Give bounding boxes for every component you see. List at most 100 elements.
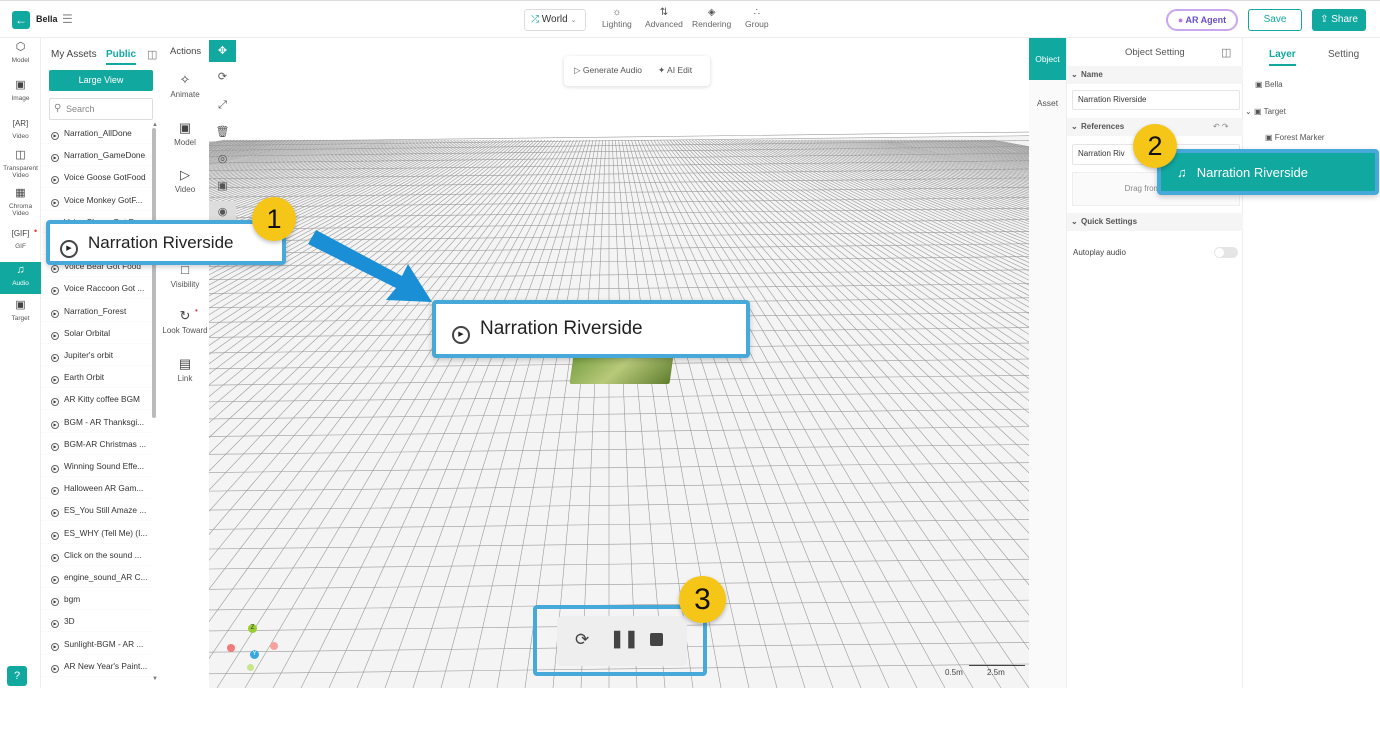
rail-item-audio[interactable]: ♫ Audio <box>0 262 41 294</box>
play-circle-icon[interactable]: ▶ <box>51 176 59 185</box>
asset-list-item[interactable]: ▶ Winning Sound Effe... <box>41 455 151 477</box>
tab-public[interactable]: Public <box>106 49 137 65</box>
section-quick-settings[interactable]: ⌄ Quick Settings <box>1067 213 1244 231</box>
rail-item-target[interactable]: ▣ Target <box>0 300 41 328</box>
play-circle-icon[interactable]: ▶ <box>51 287 59 296</box>
play-circle-icon[interactable]: ▶ <box>51 398 59 407</box>
action-visibility[interactable]: □ Visibility <box>161 262 209 289</box>
asset-list-item[interactable]: ▶ Earth Orbit <box>41 366 151 389</box>
layer-item-bella[interactable]: ▣ Bella <box>1255 80 1283 89</box>
ai-edit-button[interactable]: ✦ AI Edit <box>658 65 692 76</box>
asset-list-item[interactable]: ▶ 3D <box>41 610 151 633</box>
move-tool-icon[interactable]: ✥ <box>209 40 236 62</box>
rail-item-video[interactable]: [AR] Video <box>0 120 41 146</box>
back-arrow-icon[interactable]: ← <box>12 11 30 29</box>
play-circle-icon[interactable]: ▶ <box>51 132 59 140</box>
asset-list-item[interactable]: ▶ Voice Monkey GotF... <box>41 189 151 211</box>
section-name[interactable]: ⌄ Name <box>1067 66 1244 84</box>
rail-item-model[interactable]: ⬡ Model <box>0 42 41 70</box>
nav-group[interactable]: ∴ Group <box>745 7 769 29</box>
play-circle-icon[interactable]: ▶ <box>51 265 59 274</box>
share-button[interactable]: ⇪ Share <box>1312 9 1366 31</box>
tab-layer[interactable]: Layer <box>1269 49 1296 66</box>
tab-my-assets[interactable]: My Assets <box>51 49 97 60</box>
play-circle-icon[interactable]: ▶ <box>51 198 59 207</box>
play-circle-icon[interactable]: ▶ <box>51 331 59 340</box>
name-field[interactable]: Narration Riverside <box>1072 90 1240 110</box>
undo-redo-icon[interactable]: ↶ ↷ <box>1213 118 1229 136</box>
asset-list-item[interactable]: ▶ Halloween AR Gam... <box>41 477 151 500</box>
action-video[interactable]: ▷ Video <box>161 167 209 194</box>
asset-list-item[interactable]: ▶ Narration_AllDone <box>41 130 151 144</box>
tab-object[interactable]: Object <box>1029 38 1066 80</box>
play-circle-icon[interactable]: ▶ <box>51 642 59 651</box>
play-circle-icon[interactable]: ▶ <box>51 354 59 362</box>
tab-asset[interactable]: Asset <box>1029 82 1066 124</box>
asset-list-item[interactable]: ▶ BGM - AR Thanksgi... <box>41 411 151 433</box>
rotate-tool-icon[interactable]: ⟳ <box>209 66 236 88</box>
asset-list-item[interactable]: ▶ engine_sound_AR C... <box>41 566 151 588</box>
action-model[interactable]: ▣ Model <box>161 120 209 147</box>
axis-gizmo[interactable]: Z Y <box>227 620 283 672</box>
asset-list-item[interactable]: ▶ Narration_Forest <box>41 300 151 322</box>
play-circle-icon[interactable]: ▶ <box>51 487 59 496</box>
play-circle-icon[interactable]: ▶ <box>51 309 59 318</box>
axis-z-handle[interactable]: Z <box>248 624 257 633</box>
tab-setting[interactable]: Setting <box>1328 49 1359 60</box>
rail-item-transparent-video[interactable]: ◫ Transparent Video <box>0 150 41 184</box>
asset-list-item[interactable]: ▶ AR Kitty coffee BGM <box>41 388 151 411</box>
play-circle-icon[interactable]: ▶ <box>51 465 59 473</box>
search-input[interactable]: ⚲ Search <box>49 98 153 120</box>
asset-list-item[interactable]: ▶ ES_You Still Amaze ... <box>41 499 151 522</box>
play-circle-icon[interactable]: ▶ <box>51 664 59 673</box>
world-select[interactable]: ⤮ World ⌄ <box>524 9 586 31</box>
play-circle-icon[interactable]: ▶ <box>51 598 59 607</box>
asset-list-item[interactable]: ▶ Narration_GameDone <box>41 144 151 167</box>
play-circle-icon[interactable]: ▶ <box>51 442 59 451</box>
scroll-up-icon[interactable]: ▲ <box>152 122 158 128</box>
large-view-button[interactable]: Large View <box>49 70 153 91</box>
asset-list-item[interactable]: ▶ Click on the sound ... <box>41 544 151 566</box>
rail-item-chroma-video[interactable]: ▦ Chroma Video <box>0 188 41 222</box>
autoplay-toggle[interactable] <box>1214 247 1238 258</box>
axis-z-neg-handle[interactable] <box>247 664 254 671</box>
asset-list-item[interactable]: ▶ Jupiter's orbit <box>41 344 151 366</box>
play-circle-icon[interactable]: ▶ <box>51 509 59 518</box>
play-circle-icon[interactable]: ▶ <box>51 420 59 429</box>
action-link[interactable]: ▤ Link <box>161 356 209 383</box>
panel-collapse-icon[interactable]: ◫ <box>147 48 157 61</box>
scroll-down-icon[interactable]: ▼ <box>152 676 158 682</box>
layer-item-target[interactable]: ⌄ ▣ Target <box>1245 107 1286 116</box>
hamburger-menu-icon[interactable]: ☰ <box>62 12 73 26</box>
asset-list-item[interactable]: ▶ Sunlight-BGM - AR ... <box>41 633 151 655</box>
action-animate[interactable]: ✧ Animate <box>161 72 209 99</box>
play-circle-icon[interactable]: ▶ <box>51 154 59 163</box>
scale-tool-icon[interactable]: ⤢ <box>209 94 236 116</box>
rail-item-gif[interactable]: [GIF] GIF • <box>0 227 41 256</box>
play-circle-icon[interactable]: ▶ <box>51 531 59 540</box>
asset-list-item[interactable]: ▶ BGM-AR Christmas ... <box>41 433 151 455</box>
asset-list-item[interactable]: ▶ ES_WHY (Tell Me) (I... <box>41 522 151 544</box>
play-circle-icon[interactable]: ▶ <box>51 376 59 385</box>
asset-list-item[interactable]: ▶ Voice Goose GotFood <box>41 166 151 189</box>
scene-viewport[interactable]: ▷ Generate Audio ✦ AI Edit ⟳ ❚❚ 0.5m 2.5… <box>209 38 1029 688</box>
nav-advanced[interactable]: ⇅ Advanced <box>645 7 683 29</box>
rail-item-image[interactable]: ▣ Image <box>0 80 41 108</box>
ar-agent-button[interactable]: ● AR Agent <box>1166 9 1238 31</box>
play-circle-icon[interactable]: ▶ <box>51 553 59 562</box>
help-icon[interactable]: ? <box>7 666 27 686</box>
nav-lighting[interactable]: ☼ Lighting <box>602 7 632 29</box>
asset-list-item[interactable]: ▶ AR New Year's Paint... <box>41 655 151 677</box>
layer-item-forest-marker[interactable]: ▣ Forest Marker <box>1265 133 1325 142</box>
axis-x-handle[interactable] <box>227 644 235 652</box>
asset-list-item[interactable]: ▶ bgm <box>41 588 151 611</box>
action-look-toward[interactable]: ↻ Look Toward • <box>161 306 209 335</box>
asset-list-item[interactable]: ▶ Solar Orbital <box>41 322 151 344</box>
panel-collapse-icon[interactable]: ◫ <box>1221 46 1231 59</box>
focus-icon[interactable]: ◎ <box>209 148 236 170</box>
asset-list-item[interactable]: ▶ Voice Raccoon Got ... <box>41 277 151 300</box>
play-circle-icon[interactable]: ▶ <box>51 576 59 584</box>
nav-rendering[interactable]: ◈ Rendering <box>692 7 731 29</box>
save-button[interactable]: Save <box>1248 9 1302 31</box>
generate-audio-button[interactable]: ▷ Generate Audio <box>574 65 642 76</box>
